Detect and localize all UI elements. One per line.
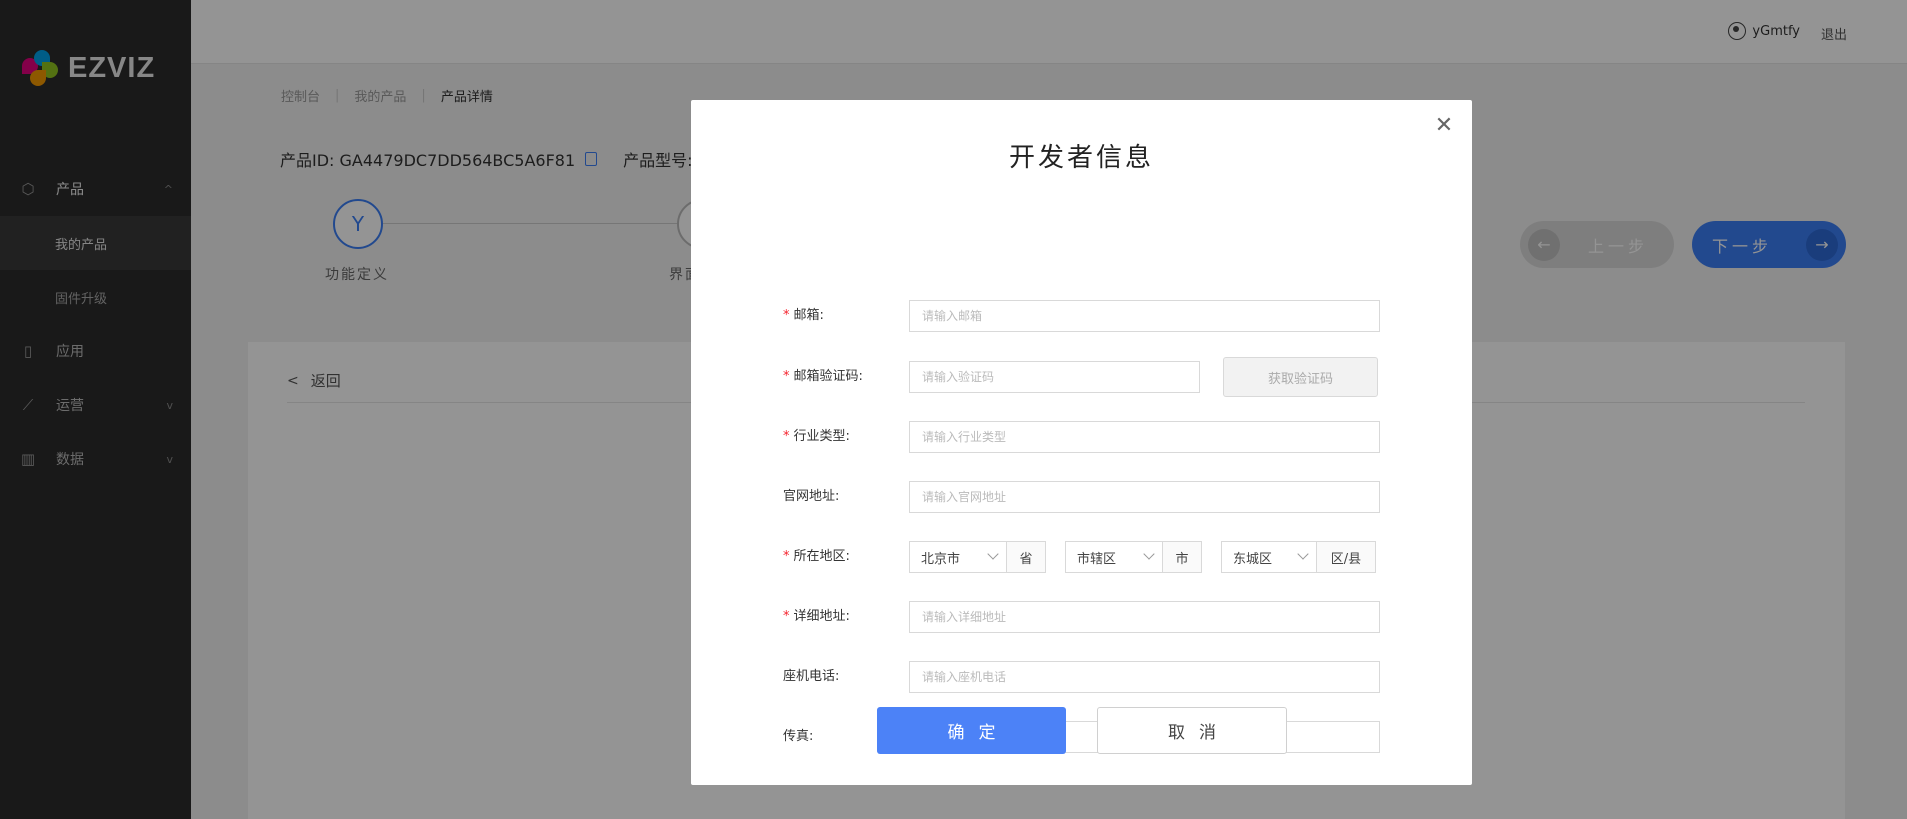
chevron-down-icon [1297,548,1309,560]
district-value: 东城区 [1233,551,1273,567]
chevron-down-icon [1143,548,1155,560]
email-input[interactable]: 请输入邮箱 [909,300,1380,332]
industry-label: * 行业类型: [783,421,850,453]
email-label-text: 邮箱: [793,308,824,323]
field-region: * 所在地区: 北京市 省 市辖区 市 东城区 区/县 [691,541,1472,575]
required-mark: * [783,369,790,384]
field-phone: 座机电话: 请输入座机电话 [691,661,1472,695]
email-label: * 邮箱: [783,300,824,332]
email-code-input[interactable]: 请输入验证码 [909,361,1200,393]
city-value: 市辖区 [1077,551,1117,567]
province-select[interactable]: 北京市 [909,541,1007,573]
city-suffix: 市 [1163,541,1202,573]
email-code-label-text: 邮箱验证码: [793,369,863,384]
industry-input[interactable]: 请输入行业类型 [909,421,1380,453]
developer-info-modal: ✕ 开发者信息 * 邮箱: 请输入邮箱 * 邮箱验证码: 请输入验证码 获取验证码 … [691,100,1472,785]
get-code-button[interactable]: 获取验证码 [1223,357,1378,397]
phone-input[interactable]: 请输入座机电话 [909,661,1380,693]
region-label-text: 所在地区: [793,549,850,564]
field-fax: 传真: 请输入传真 [691,621,1472,753]
required-mark: * [783,429,790,444]
province-value: 北京市 [921,551,961,567]
field-email: * 邮箱: 请输入邮箱 [691,300,1472,334]
district-suffix: 区/县 [1317,541,1376,573]
email-code-label: * 邮箱验证码: [783,361,863,393]
required-mark: * [783,549,790,564]
city-select[interactable]: 市辖区 [1065,541,1163,573]
modal-title: 开发者信息 [1008,143,1154,173]
province-suffix: 省 [1007,541,1046,573]
phone-label: 座机电话: [783,669,840,684]
website-input[interactable]: 请输入官网地址 [909,481,1380,513]
region-label: * 所在地区: [783,541,850,573]
chevron-down-icon [987,548,999,560]
district-select[interactable]: 东城区 [1221,541,1317,573]
fax-label: 传真: [783,729,814,744]
website-label: 官网地址: [783,489,840,504]
close-icon[interactable]: ✕ [1432,114,1456,138]
field-industry: * 行业类型: 请输入行业类型 [691,421,1472,455]
cancel-button[interactable]: 取消 [1097,707,1287,754]
field-website: 官网地址: 请输入官网地址 [691,481,1472,515]
confirm-button[interactable]: 确定 [877,707,1066,754]
industry-label-text: 行业类型: [793,429,850,444]
field-email-code: * 邮箱验证码: 请输入验证码 获取验证码 [691,357,1472,397]
required-mark: * [783,308,790,323]
